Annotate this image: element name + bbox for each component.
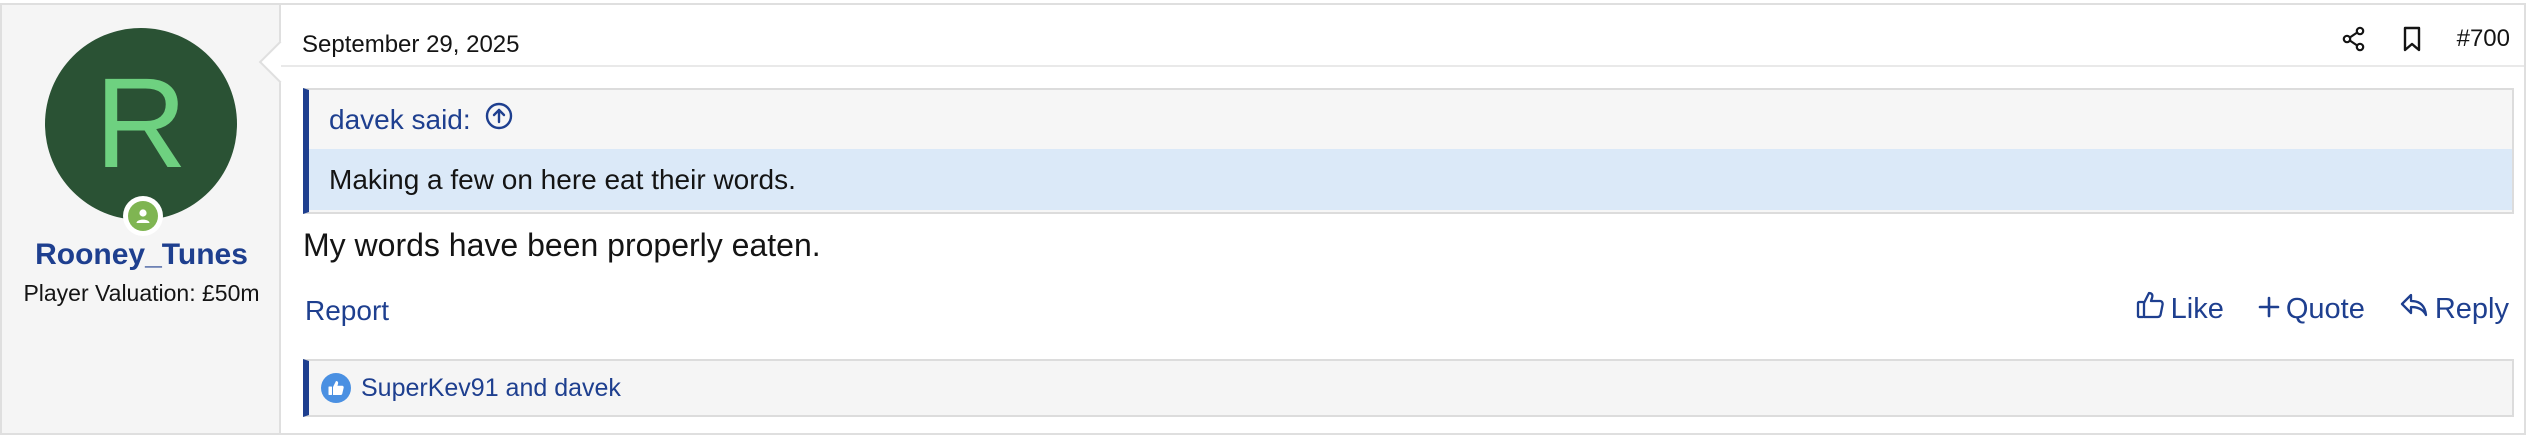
like-button[interactable]: Like: [2135, 290, 2224, 328]
user-title: Player Valuation: £50m: [23, 280, 260, 306]
post-header-actions: #700: [2341, 25, 2510, 53]
quote-author[interactable]: davek said:: [329, 104, 471, 136]
share-icon[interactable]: [2341, 26, 2367, 52]
post-message: My words have been properly eaten.: [303, 227, 821, 263]
thumbs-up-reaction-icon: [321, 373, 351, 403]
quote-button[interactable]: Quote: [2258, 293, 2365, 326]
quote-label: Quote: [2285, 292, 2365, 325]
reply-label: Reply: [2434, 292, 2509, 325]
quote-text: Making a few on here eat their words.: [309, 149, 2512, 210]
thumbs-up-icon: [2135, 290, 2165, 328]
reactions-bar[interactable]: SuperKev91 and davek: [303, 359, 2514, 417]
post-date[interactable]: September 29, 2025: [302, 31, 520, 59]
forum-post: R Rooney_Tunes Player Valuation: £50m Se…: [0, 3, 2526, 435]
reply-button[interactable]: Reply: [2399, 291, 2509, 327]
report-link[interactable]: Report: [305, 295, 389, 327]
header-divider: [281, 65, 2524, 67]
avatar[interactable]: R: [45, 28, 237, 220]
avatar-letter: R: [94, 52, 188, 195]
user-sidebar: R Rooney_Tunes Player Valuation: £50m: [2, 5, 281, 433]
username[interactable]: Rooney_Tunes: [2, 238, 281, 272]
reply-icon: [2399, 291, 2429, 327]
online-status-indicator: [123, 196, 163, 236]
reaction-users[interactable]: SuperKev91 and davek: [361, 374, 621, 403]
online-user-icon: [128, 201, 158, 231]
jump-to-quote-icon[interactable]: [485, 102, 513, 137]
plus-icon: [2258, 293, 2280, 326]
like-label: Like: [2170, 292, 2224, 325]
quote-block: davek said: Making a few on here eat the…: [303, 88, 2514, 214]
quote-header[interactable]: davek said:: [309, 90, 2512, 149]
bookmark-icon[interactable]: [2401, 26, 2423, 52]
post-footer-actions: Like Quote Reply: [2135, 290, 2509, 328]
post-number[interactable]: #700: [2457, 25, 2510, 53]
